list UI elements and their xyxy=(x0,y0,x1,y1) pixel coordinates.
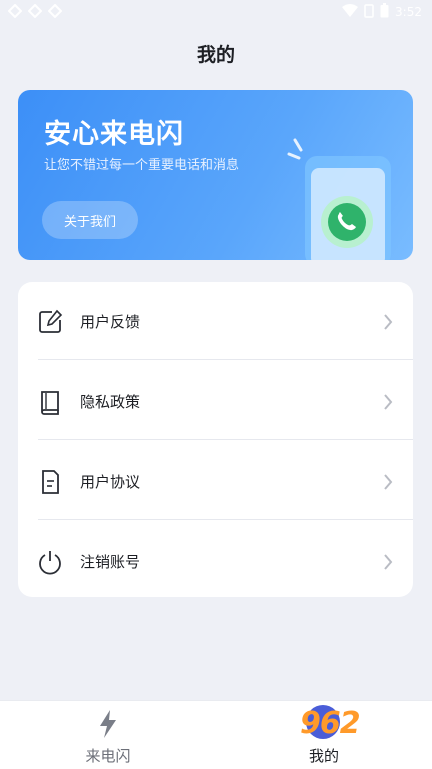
menu-item-label: 用户反馈 xyxy=(80,313,141,331)
sim-icon xyxy=(364,3,374,21)
menu-item-label: 隐私政策 xyxy=(80,393,141,411)
watermark-number: 962 xyxy=(300,706,361,741)
wifi-icon xyxy=(342,3,359,21)
menu-item-agreement[interactable]: 用户协议 xyxy=(18,442,413,522)
divider xyxy=(38,519,413,520)
lightning-icon xyxy=(92,708,124,740)
document-icon xyxy=(36,468,64,496)
hero-subtitle: 让您不错过每一个重要电话和消息 xyxy=(44,158,240,173)
menu-item-feedback[interactable]: 用户反馈 xyxy=(18,282,413,362)
tab-label: 来电闪 xyxy=(85,747,131,765)
chevron-right-icon xyxy=(383,553,393,571)
watermark-domain: .NET xyxy=(370,708,427,733)
about-us-button[interactable]: 关于我们 xyxy=(42,201,138,239)
tab-call-flash[interactable]: 来电闪 xyxy=(0,701,216,769)
chevron-right-icon xyxy=(383,313,393,331)
status-time: 3:52 xyxy=(395,5,422,19)
notification-icon xyxy=(28,4,42,18)
page-title: 我的 xyxy=(196,44,235,66)
status-indicators: 3:52 xyxy=(342,3,422,21)
book-icon xyxy=(36,388,64,416)
hero-title: 安心来电闪 xyxy=(44,119,184,150)
edit-icon xyxy=(36,308,64,336)
menu-item-delete-account[interactable]: 注销账号 xyxy=(18,522,413,602)
notification-icon xyxy=(48,4,62,18)
notification-icon xyxy=(8,4,22,18)
phone-call-illustration xyxy=(281,132,391,260)
menu-item-privacy[interactable]: 隐私政策 xyxy=(18,362,413,442)
menu-item-label: 注销账号 xyxy=(80,553,141,571)
divider xyxy=(38,359,413,360)
status-bar: 3:52 xyxy=(0,0,432,24)
settings-menu: 用户反馈 隐私政策 用户协议 注销账号 xyxy=(18,282,413,597)
watermark-site: 乐游网 xyxy=(356,741,401,757)
chevron-right-icon xyxy=(383,393,393,411)
chevron-right-icon xyxy=(383,473,393,491)
hero-banner: 安心来电闪 让您不错过每一个重要电话和消息 关于我们 xyxy=(18,90,413,260)
power-icon xyxy=(36,548,64,576)
menu-item-label: 用户协议 xyxy=(80,473,141,491)
site-watermark: 962 .NET 乐游网 xyxy=(296,706,427,762)
divider xyxy=(38,439,413,440)
battery-icon xyxy=(380,3,389,21)
status-notifications xyxy=(8,4,62,18)
sparkle-lines xyxy=(287,138,303,160)
